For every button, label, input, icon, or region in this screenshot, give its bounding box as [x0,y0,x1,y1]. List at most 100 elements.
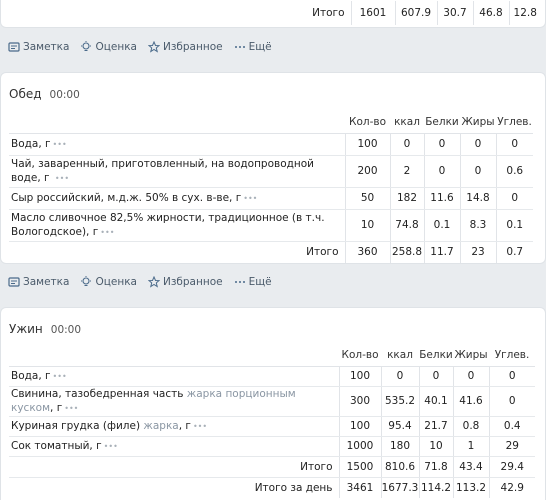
qty-cell[interactable]: 100 [338,416,381,437]
header-carbs: Углев. [496,111,533,134]
more-button[interactable]: Ещё [234,276,272,288]
meal-time: 00:00 [49,89,80,101]
kcal-cell: 74.8 [389,209,424,242]
fat-cell: 1 [452,436,489,457]
header-protein: Белки [419,344,453,367]
actions-bar-lunch: Заметка Оценка Избранное Ещё [0,269,546,295]
fat-cell: 0 [459,155,496,188]
header-kcal: ккал [381,344,419,367]
day-total-label: Итого за день [254,481,333,494]
bulb-icon [81,41,92,51]
rating-label: Оценка [95,276,137,288]
meal-header-lunch: Обед 00:00 [9,87,80,101]
carbs-cell: 0.1 [495,209,533,242]
kcal-cell: 0 [389,133,424,156]
day-total-qty: 3461 [338,477,381,498]
meal-title: Обед [9,87,42,101]
qty-cell[interactable]: 100 [338,366,381,387]
rating-button[interactable]: Оценка [80,41,137,53]
header-fat: Жиры [453,344,489,367]
total-carbs: 12.8 [508,1,541,25]
note-icon [8,42,20,52]
header-qty: Кол-во [345,111,390,134]
carbs-cell: 0.4 [488,416,535,437]
day-total-fat: 113.2 [452,477,489,498]
carbs-cell: 0 [495,133,533,156]
more-label: Ещё [248,276,272,288]
note-icon [8,277,20,287]
protein-cell: 0 [423,155,460,188]
table-header: Кол-во ккал Белки Жиры Углев. [9,111,533,134]
protein-cell: 0.1 [423,209,460,242]
kcal-cell: 95.4 [380,416,419,437]
kcal-cell: 182 [389,187,424,210]
dinner-food-table: Кол-во ккал Белки Жиры Углев. Вода, г •••… [9,344,535,498]
dots-icon[interactable]: ••• [100,228,114,237]
rating-button[interactable]: Оценка [80,276,137,288]
actions-bar-previous: Заметка Оценка Избранное Ещё [0,34,546,60]
note-button[interactable]: Заметка [8,276,69,288]
food-name: Сок томатный, г [11,439,102,452]
dots-icon[interactable]: ••• [55,174,69,183]
table-row[interactable]: Сыр российский, м.д.ж. 50% в сух. в-ве, … [9,187,533,210]
protein-cell: 40.1 [418,386,453,417]
note-button[interactable]: Заметка [8,41,69,53]
table-row[interactable]: Вода, г ••• 100 0 0 0 0 [9,366,535,387]
fat-cell: 0 [459,133,496,156]
kcal-cell: 535.2 [380,386,419,417]
dots-icon[interactable]: ••• [104,442,118,451]
table-row[interactable]: Вода, г ••• 100 0 0 0 0 [9,133,533,156]
qty-cell[interactable]: 50 [344,187,390,210]
carbs-cell: 0 [488,386,535,417]
total-kcal: 258.8 [389,241,424,263]
table-row[interactable]: Сок томатный, г ••• 1000 180 10 1 29 [9,436,535,457]
total-fat: 46.8 [472,1,509,25]
table-row[interactable]: Масло сливочное 82,5% жирности, традицио… [9,209,533,242]
qty-cell[interactable]: 300 [338,386,381,417]
total-kcal: 607.9 [394,1,437,25]
dots-icon[interactable]: ••• [243,194,257,203]
protein-cell: 0 [418,366,453,387]
total-carbs: 29.4 [488,456,535,478]
ellipsis-icon [234,281,245,283]
food-name: Куриная грудка (филе) [11,419,141,432]
header-qty: Кол-во [339,344,381,367]
meal-card-previous: Итого 1601 607.9 30.7 46.8 12.8 [0,0,546,28]
food-name: Сыр российский, м.д.ж. 50% в сух. в-ве, … [11,191,242,204]
meal-card-lunch: Обед 00:00 Кол-во ккал Белки Жиры Углев.… [0,72,546,264]
table-row[interactable]: Куриная грудка (филе) жарка, г ••• 100 95… [9,416,535,437]
dots-icon[interactable]: ••• [193,422,207,431]
rating-label: Оценка [95,41,137,53]
note-label: Заметка [23,276,70,288]
more-button[interactable]: Ещё [234,41,272,53]
note-label: Заметка [23,41,70,53]
table-header: Кол-во ккал Белки Жиры Углев. [9,344,535,367]
day-total-kcal: 1677.3 [380,477,419,498]
carbs-cell: 29 [488,436,535,457]
header-protein: Белки [424,111,460,134]
favorites-button[interactable]: Избранное [147,41,223,53]
favorites-button[interactable]: Избранное [147,276,223,288]
total-row: Итого 1500 810.6 71.8 43.4 29.4 [9,456,535,478]
previous-meal-total-table: Итого 1601 607.9 30.7 46.8 12.8 [301,1,541,25]
qty-cell[interactable]: 200 [344,155,390,188]
more-label: Ещё [248,41,272,53]
dots-icon[interactable]: ••• [64,404,78,413]
total-fat: 43.4 [452,456,489,478]
qty-cell[interactable]: 100 [344,133,390,156]
unit-suffix: , г [50,401,63,414]
bulb-icon [81,276,92,286]
qty-cell[interactable]: 1000 [338,436,381,457]
dots-icon[interactable]: ••• [53,140,67,149]
qty-cell[interactable]: 10 [344,209,390,242]
table-row[interactable]: Чай, заваренный, приготовленный, на водо… [9,155,533,188]
dots-icon[interactable]: ••• [53,372,67,381]
kcal-cell: 180 [380,436,419,457]
total-label: Итого [306,246,339,259]
table-row[interactable]: Свинина, тазобедренная часть жарка порци… [9,386,535,417]
ellipsis-icon [234,46,245,48]
kcal-cell: 2 [389,155,424,188]
fat-cell: 41.6 [452,386,489,417]
day-total-protein: 114.2 [418,477,453,498]
header-carbs: Углев. [489,344,535,367]
